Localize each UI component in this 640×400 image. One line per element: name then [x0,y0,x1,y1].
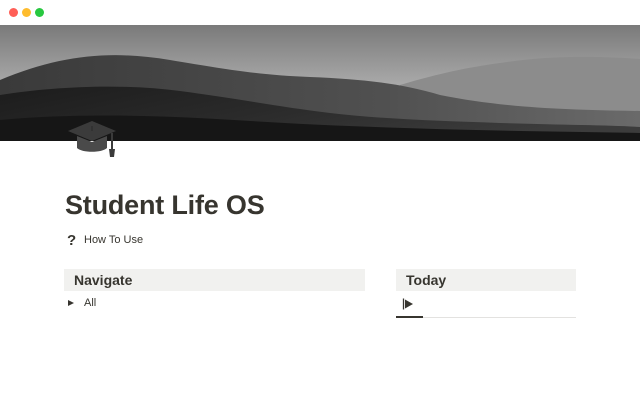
app-window: Student Life OS ? How To Use Navigate Al… [0,0,640,400]
today-section-header: Today [396,269,576,291]
page-title: Student Life OS [65,190,265,220]
play-flag-icon[interactable] [402,298,414,310]
how-to-use-label: How To Use [84,234,144,246]
today-divider [396,317,576,318]
toggle-item-label: All [84,296,97,309]
how-to-use-link[interactable]: ? How To Use [67,231,143,249]
today-title: Today [406,272,447,288]
navigate-section-header: Navigate [64,269,365,291]
graduation-cap-icon[interactable] [66,117,118,161]
minimize-window-button[interactable] [22,8,31,17]
toggle-item-all[interactable]: All [68,295,96,310]
today-progress-indicator [396,316,423,318]
maximize-window-button[interactable] [35,8,44,17]
question-mark-icon: ? [67,231,77,249]
toggle-arrow-icon[interactable] [68,299,74,306]
close-window-button[interactable] [9,8,18,17]
navigate-title: Navigate [74,272,133,288]
title-bar [0,0,640,25]
today-widget [396,295,576,319]
